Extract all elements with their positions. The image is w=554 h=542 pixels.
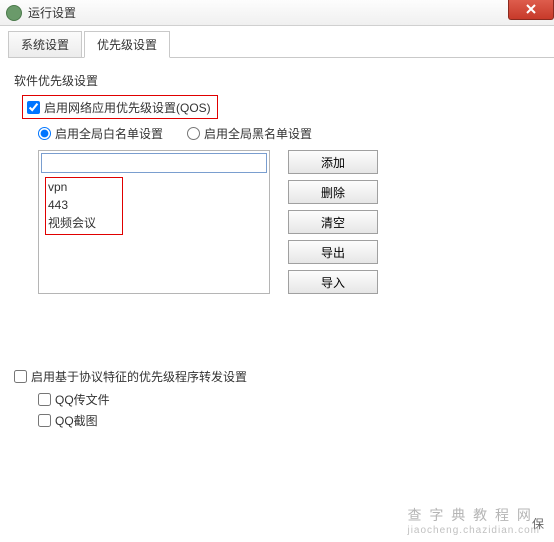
watermark-text: 查 字 典 教 程 网 [407, 507, 532, 523]
rule-items-highlight: vpn 443 视频会议 [45, 177, 123, 235]
app-icon [6, 5, 22, 21]
qos-highlight-box: 启用网络应用优先级设置(QOS) [22, 95, 218, 119]
qq-file-label: QQ传文件 [55, 391, 110, 408]
enable-protocol-checkbox[interactable] [14, 370, 27, 383]
section-software-priority-title: 软件优先级设置 [14, 72, 540, 89]
list-mode-radios: 启用全局白名单设置 启用全局黑名单设置 [38, 125, 540, 142]
window-title: 运行设置 [28, 4, 76, 21]
close-button[interactable] [508, 0, 554, 20]
clear-button[interactable]: 清空 [288, 210, 378, 234]
tabs: 系统设置 优先级设置 [8, 32, 554, 58]
content: 软件优先级设置 启用网络应用优先级设置(QOS) 启用全局白名单设置 启用全局黑… [0, 58, 554, 439]
watermark-url: jiaocheng.chazidian.com [407, 525, 540, 536]
titlebar: 运行设置 [0, 0, 554, 26]
watermark: 查 字 典 教 程 网 jiaocheng.chazidian.com [407, 505, 540, 536]
tab-priority[interactable]: 优先级设置 [84, 31, 170, 58]
qq-file-checkbox[interactable] [38, 393, 51, 406]
rule-items: vpn 443 视频会议 [39, 175, 269, 293]
footer-save-hint: 保 [532, 515, 544, 532]
radio-blacklist[interactable] [187, 127, 200, 140]
list-item[interactable]: vpn [48, 178, 96, 196]
qq-screenshot-checkbox[interactable] [38, 414, 51, 427]
rule-buttons: 添加 删除 清空 导出 导入 [288, 150, 378, 294]
tab-system[interactable]: 系统设置 [8, 31, 82, 58]
rule-input[interactable] [41, 153, 267, 173]
import-button[interactable]: 导入 [288, 270, 378, 294]
add-button[interactable]: 添加 [288, 150, 378, 174]
enable-qos-label: 启用网络应用优先级设置(QOS) [44, 99, 211, 116]
list-item[interactable]: 443 [48, 196, 96, 214]
radio-whitelist[interactable] [38, 127, 51, 140]
radio-whitelist-label: 启用全局白名单设置 [55, 125, 163, 142]
qq-screenshot-label: QQ截图 [55, 412, 98, 429]
list-item[interactable]: 视频会议 [48, 214, 96, 232]
close-icon [525, 3, 537, 15]
delete-button[interactable]: 删除 [288, 180, 378, 204]
export-button[interactable]: 导出 [288, 240, 378, 264]
enable-protocol-label: 启用基于协议特征的优先级程序转发设置 [31, 368, 247, 385]
enable-qos-checkbox[interactable] [27, 101, 40, 114]
radio-blacklist-label: 启用全局黑名单设置 [204, 125, 312, 142]
rule-listbox[interactable]: vpn 443 视频会议 [38, 150, 270, 294]
